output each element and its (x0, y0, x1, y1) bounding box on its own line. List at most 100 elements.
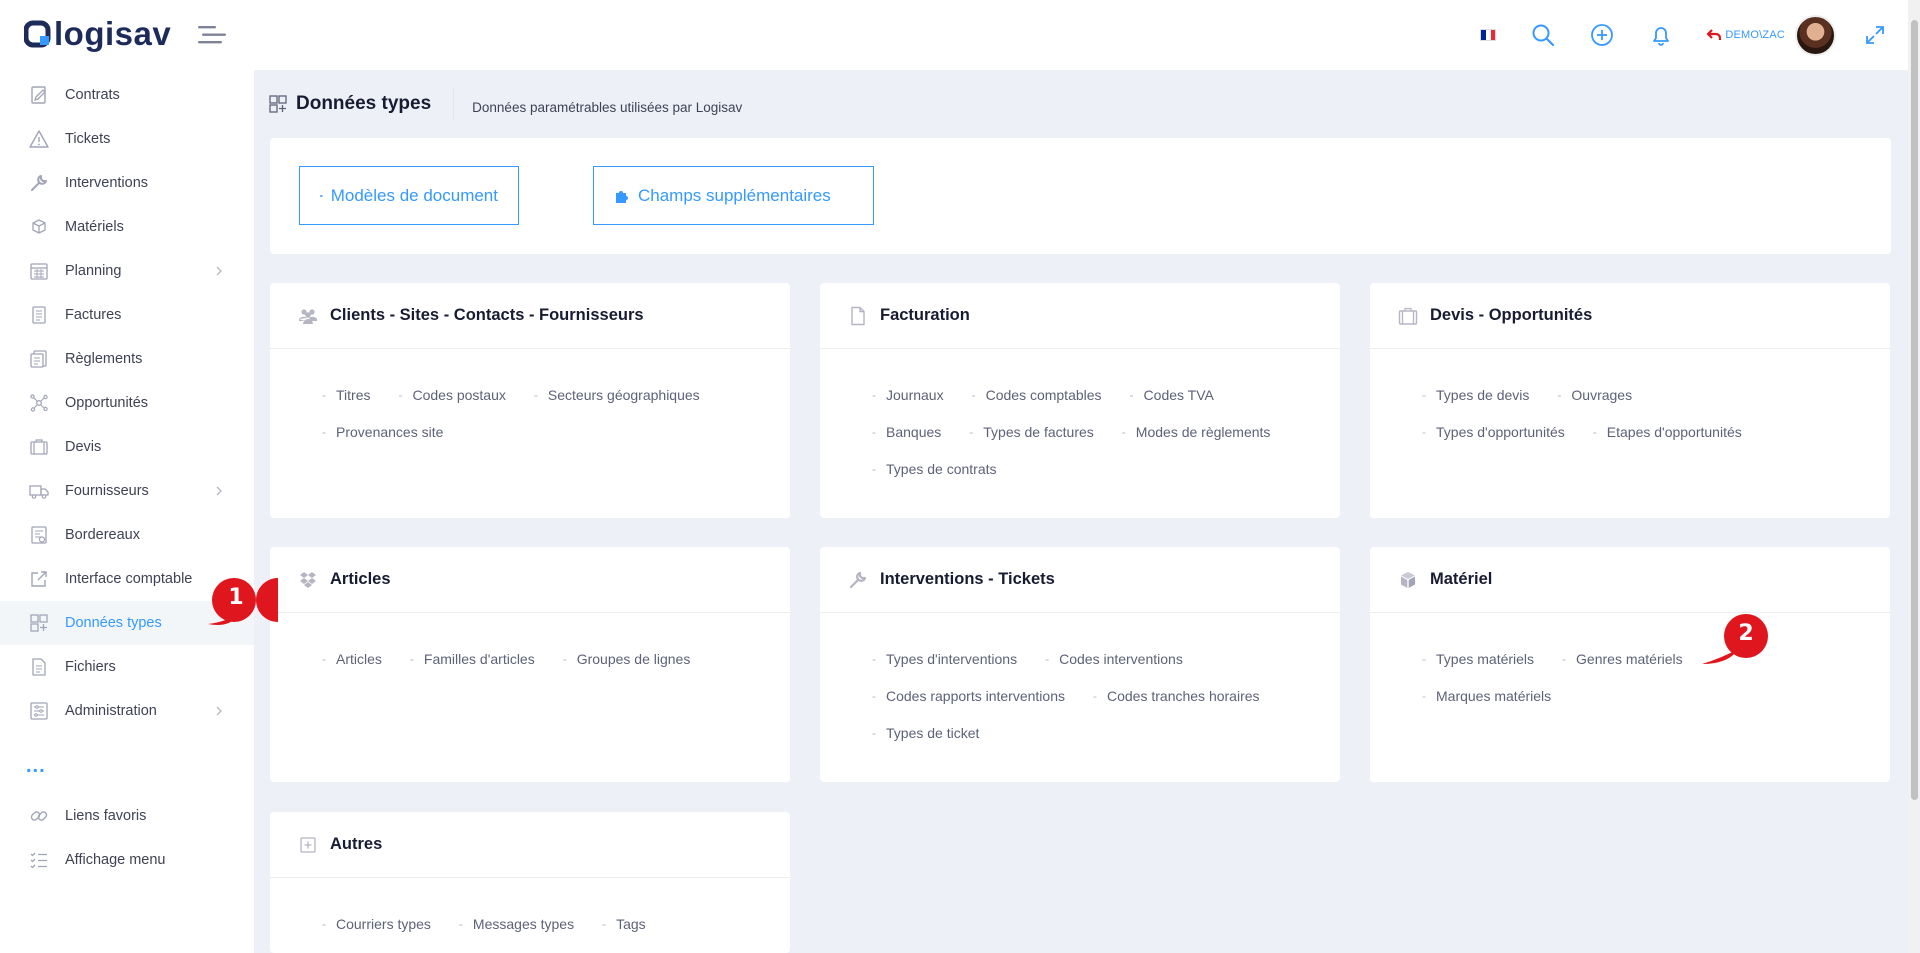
sidebar-item-factures[interactable]: Factures (0, 293, 254, 337)
bell-icon[interactable] (1648, 22, 1674, 48)
scrollbar[interactable] (1908, 0, 1920, 953)
document-models-button[interactable]: Modèles de document (299, 166, 519, 225)
card-body: - Titres - Codes postaux - Secteurs géographi… (270, 349, 790, 461)
sidebar-item-label: Règlements (65, 351, 143, 367)
sidebar-item-administration[interactable]: Administration (0, 689, 254, 733)
data-type-link[interactable]: - Codes TVA (1130, 387, 1214, 403)
sidebar-item-devis[interactable]: Devis (0, 425, 254, 469)
more-menu[interactable]: ... (26, 756, 46, 776)
data-type-link[interactable]: - Provenances site (322, 424, 443, 440)
link-label: Etapes d'opportunités (1606, 424, 1742, 440)
data-type-link[interactable]: - Codes rapports interventions (872, 688, 1065, 704)
data-type-link[interactable]: - Articles (322, 651, 382, 667)
bullet-dash: - (872, 462, 876, 476)
sidebar-item-materiels[interactable]: Matériels (0, 205, 254, 249)
data-type-link[interactable]: - Types de contrats (872, 461, 997, 477)
card-clients: Clients - Sites - Contacts - Fournisseur… (270, 283, 790, 518)
sidebar-item-bordereaux[interactable]: Bordereaux (0, 513, 254, 557)
link-label: Types de ticket (886, 725, 980, 741)
sidebar-item-affichage-menu[interactable]: Affichage menu (0, 838, 254, 882)
sidebar-item-contrats[interactable]: Contrats (0, 73, 254, 117)
link-label: Marques matériels (1436, 688, 1552, 704)
data-type-link[interactable]: - Genres matériels (1562, 651, 1683, 667)
sidebar-item-interventions[interactable]: Interventions (0, 161, 254, 205)
briefcase-icon (30, 439, 48, 455)
link-row: - Journaux - Codes comptables - Codes TVA (872, 387, 1340, 424)
data-type-link[interactable]: - Ouvrages (1557, 387, 1632, 403)
bullet-dash: - (322, 917, 326, 931)
data-type-link[interactable]: - Banques (872, 424, 941, 440)
contract-icon (31, 86, 46, 104)
scrollbar-thumb[interactable] (1911, 20, 1918, 800)
button-label: Modèles de document (330, 185, 498, 205)
data-type-link[interactable]: - Types d'interventions (872, 651, 1017, 667)
language-flag-icon[interactable] (1480, 29, 1497, 41)
extra-fields-button[interactable]: Champs supplémentaires (593, 166, 874, 225)
link-label: Codes TVA (1143, 387, 1214, 403)
search-icon[interactable] (1530, 22, 1556, 48)
card-body: - Types d'interventions - Codes interventio… (820, 613, 1340, 762)
data-type-link[interactable]: - Types d'opportunités (1422, 424, 1565, 440)
user-menu[interactable]: DEMO\ZAC (1707, 14, 1836, 56)
data-type-link[interactable]: - Types matériels (1422, 651, 1534, 667)
bullet-dash: - (1562, 652, 1567, 666)
link-label: Messages types (472, 916, 575, 932)
card-materiel: Matériel - Types matériels - Genres matérie… (1370, 547, 1890, 782)
sidebar-item-planning[interactable]: Planning (0, 249, 254, 293)
document-icon (851, 306, 865, 325)
menu-toggle-icon[interactable] (198, 24, 226, 46)
sidebar-item-label: Contrats (65, 87, 120, 103)
data-type-link[interactable]: - Marques matériels (1422, 688, 1551, 704)
data-type-link[interactable]: - Familles d'articles (410, 651, 535, 667)
page-description: Données paramétrables utilisées par Logi… (472, 99, 743, 115)
data-type-link[interactable]: - Tags (602, 916, 646, 932)
truck-icon (29, 485, 49, 499)
grid-icon (30, 614, 48, 632)
add-icon[interactable] (1589, 22, 1615, 48)
sidebar-item-label: Données types (65, 615, 162, 631)
link-label: Types d'interventions (886, 651, 1018, 667)
inbox-icon (320, 194, 323, 197)
data-type-link[interactable]: - Codes interventions (1045, 651, 1183, 667)
sidebar-item-liens-favoris[interactable]: Liens favoris (0, 794, 254, 838)
link-row: - Types d'interventions - Codes interventio… (872, 651, 1340, 688)
link-row: - Courriers types - Messages types - Tags (322, 916, 790, 953)
data-type-link[interactable]: - Messages types (459, 916, 574, 932)
data-type-link[interactable]: - Codes tranches horaires (1093, 688, 1260, 704)
link-row: - Types d'opportunités - Etapes d'opportuni… (1422, 424, 1890, 461)
expand-icon[interactable] (1864, 24, 1886, 46)
file-icon (32, 658, 46, 676)
brand-name: logisav (54, 15, 172, 52)
data-type-link[interactable]: - Titres (322, 387, 370, 403)
chevron-right-icon (216, 486, 222, 496)
data-type-link[interactable]: - Types de devis (1422, 387, 1529, 403)
data-type-link[interactable]: - Codes comptables (972, 387, 1102, 403)
data-type-link[interactable]: - Groupes de lignes (563, 651, 691, 667)
data-type-link[interactable]: - Journaux (872, 387, 944, 403)
bullet-dash: - (398, 388, 403, 402)
card-header: Articles (270, 547, 790, 613)
data-type-link[interactable]: - Modes de règlements (1122, 424, 1271, 440)
chevron-right-icon (216, 706, 222, 716)
sidebar-item-fichiers[interactable]: Fichiers (0, 645, 254, 689)
link-label: Types de factures (983, 424, 1094, 440)
avatar[interactable] (1795, 14, 1836, 56)
data-type-link[interactable]: - Types de ticket (872, 725, 979, 741)
data-type-link[interactable]: - Codes postaux (398, 387, 505, 403)
sidebar-item-opportunites[interactable]: Opportunités (0, 381, 254, 425)
sidebar-item-reglements[interactable]: Règlements (0, 337, 254, 381)
link-label: Groupes de lignes (576, 651, 691, 667)
card-body: - Journaux - Codes comptables - Codes TVA - Ban… (820, 349, 1340, 498)
card-title: Facturation (880, 306, 970, 324)
logo[interactable]: logisav (24, 14, 171, 54)
data-type-link[interactable]: - Secteurs géographiques (534, 387, 700, 403)
link-row: - Types de devis - Ouvrages (1422, 387, 1890, 424)
sidebar-item-label: Bordereaux (65, 527, 140, 543)
sidebar-item-fournisseurs[interactable]: Fournisseurs (0, 469, 254, 513)
link-label: Secteurs géographiques (547, 387, 700, 403)
sidebar-item-tickets[interactable]: Tickets (0, 117, 254, 161)
data-type-link[interactable]: - Courriers types (322, 916, 431, 932)
data-type-link[interactable]: - Types de factures (969, 424, 1094, 440)
data-type-link[interactable]: - Etapes d'opportunités (1593, 424, 1742, 440)
link-label: Modes de règlements (1135, 424, 1271, 440)
